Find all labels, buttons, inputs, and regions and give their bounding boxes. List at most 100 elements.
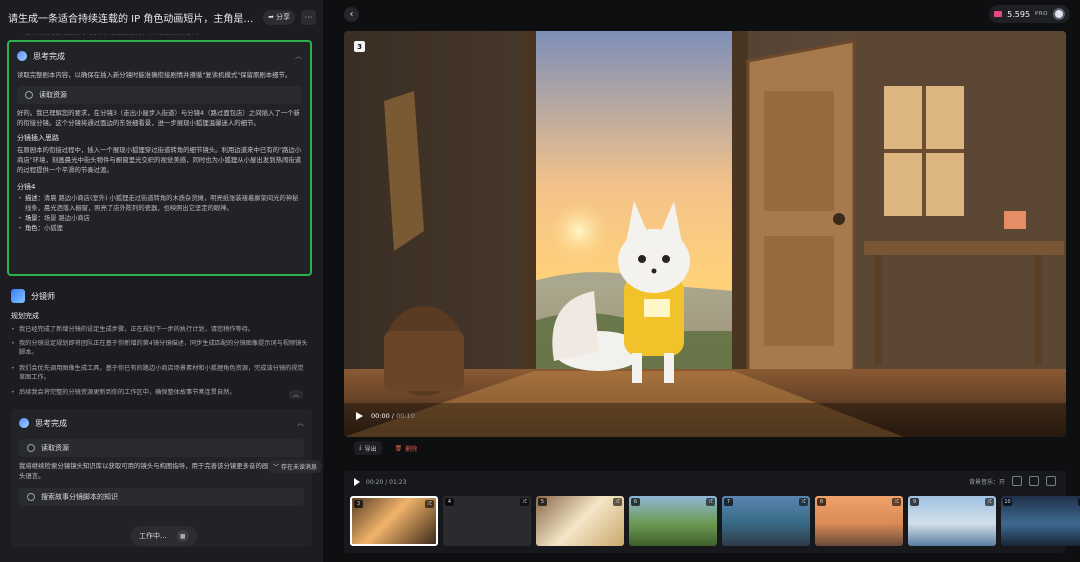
desc-label: 描述：: [25, 195, 44, 202]
working-indicator: 工作中... ■: [131, 526, 197, 546]
timeline-header: 00:20 / 01:23: [354, 478, 406, 486]
chat-header: 请生成一条适合持续连载的 IP 角色动画短片，主角是一只固定设… ➦分享 ···: [0, 0, 323, 34]
headphones-icon[interactable]: [1046, 476, 1056, 486]
editor-panel: ‹ 5.595 PRO 3 00:00 / 00:10 ⤓ 导出 🗑 删除 00…: [324, 0, 1080, 562]
check-circle-icon: [25, 91, 33, 99]
agent-avatar-icon: [11, 289, 25, 303]
credits-badge[interactable]: 5.595 PRO: [989, 5, 1070, 23]
thumbnail-number: 7: [724, 498, 733, 506]
thinking-card-2-header[interactable]: 思考完成 ︿: [19, 415, 304, 431]
timeline-panel: 00:20 / 01:23 背景音乐：开 3⤮4⤮5⤮6⤮7⤮8⤮9⤮10⤮: [344, 471, 1080, 553]
agent-bullet: 我们会优先调用图像生成工具，基于你已有的路边小商店场景素材和小狐狸角色资源，完成…: [11, 364, 309, 382]
collapse-chevron-icon[interactable]: ︿: [289, 390, 303, 399]
app-root: …继续将分镜头细化为可执行的拍摄任务，并完善剧情结构… 请生成一条适合持续连载的…: [0, 0, 1080, 562]
shuffle-icon[interactable]: ⤮: [425, 500, 434, 508]
thinking-status: 思考完成: [33, 51, 65, 61]
chevron-left-icon: ‹: [349, 9, 354, 20]
bgm-toggle[interactable]: 背景音乐：开: [969, 477, 1005, 486]
plan-status: 规划完成: [11, 312, 39, 320]
agent-name: 分镜师: [31, 291, 55, 301]
thumbnail-number: 8: [817, 498, 826, 506]
agent-bullet: 后续我会将完整的分镜资源更新到你的工作区中，确保整体故事节奏连贯自然。: [11, 388, 283, 397]
search-knowledge-item[interactable]: 搜索故事分镜脚本的知识: [19, 488, 304, 506]
shuffle-icon[interactable]: ⤮: [985, 498, 994, 506]
download-icon: ⤓: [359, 444, 362, 451]
player-controls: 00:00 / 00:10: [356, 412, 415, 420]
thinking-status-2: 思考完成: [35, 418, 67, 428]
agent-header: 分镜师: [11, 289, 55, 303]
working-label: 工作中...: [139, 532, 167, 540]
delete-button[interactable]: 🗑 删除: [390, 441, 423, 455]
total-time: 00:10: [396, 412, 415, 420]
scene-preview-image: [344, 31, 1066, 437]
more-options-button[interactable]: ···: [301, 9, 316, 25]
read-resource-label: 读取资源: [39, 91, 67, 99]
timeline-tools: 背景音乐：开: [969, 476, 1056, 486]
thumbnail-number: 4: [445, 498, 454, 506]
thumbnail-number: 3: [354, 500, 363, 508]
thumbnail-number: 5: [538, 498, 547, 506]
timeline-time: 00:20 / 01:23: [366, 478, 407, 486]
unread-messages-pill[interactable]: ﹀ 存在未读消息: [268, 460, 323, 473]
role-text: 小狐狸: [43, 225, 63, 232]
shuffle-icon[interactable]: ⤮: [613, 498, 622, 506]
chevron-up-icon[interactable]: ︿: [295, 51, 302, 61]
shuffle-icon[interactable]: ⤮: [520, 498, 529, 506]
search-knowledge-label: 搜索故事分镜脚本的知识: [41, 493, 118, 501]
pro-badge: PRO: [1035, 11, 1048, 17]
back-button[interactable]: ‹: [344, 7, 359, 22]
insert-title: 分镜插入思路: [17, 134, 59, 142]
insert-text: 在原剧本的衔接过程中，插入一个展现小狐狸穿过街道转角的细节镜头。利用边道来中已有…: [17, 146, 302, 174]
agent-bullet: 我的分镜设定规划即将团队正在基于你新增的第4镜分镜描述，同步生成匹配的分镜图像提…: [11, 339, 309, 357]
thinking-card: 思考完成 ︿ 读取完整剧本内容，以确保在插入新分镜时能准确衔接剧情并遵循"复读机…: [7, 40, 312, 276]
read-resource-item-2[interactable]: 读取资源: [19, 439, 304, 457]
export-label: 导出: [364, 445, 377, 453]
trash-icon[interactable]: [1029, 476, 1039, 486]
play-icon[interactable]: [356, 412, 363, 420]
clip-actions: ⤓ 导出 🗑 删除: [354, 441, 422, 455]
thinking-paragraph: 好的。我已理解您的要求，在分镜3（走出小屋步入街道）与分镜4（路过面包店）之间插…: [17, 109, 300, 127]
timeline-thumbnail[interactable]: 10⤮: [1001, 496, 1080, 546]
shuffle-icon[interactable]: ⤮: [892, 498, 901, 506]
thinking-card-header[interactable]: 思考完成 ︿: [17, 48, 302, 64]
shot-title: 分镜4: [17, 183, 36, 191]
timeline-thumbnail[interactable]: 8 ⤮: [815, 496, 903, 546]
read-resource-label-2: 读取资源: [41, 444, 69, 452]
timeline-thumbnail[interactable]: 3 ⤮: [350, 496, 438, 546]
conversation-title: 请生成一条适合持续连载的 IP 角色动画短片，主角是一只固定设…: [8, 13, 257, 25]
timeline-play-icon[interactable]: [354, 478, 360, 486]
share-label: 分享: [276, 13, 290, 21]
read-resource-item[interactable]: 读取资源: [17, 86, 302, 104]
timeline-thumbnail[interactable]: 4 ⤮: [443, 496, 531, 546]
current-time: 00:00: [371, 412, 390, 420]
export-button[interactable]: ⤓ 导出: [354, 441, 382, 455]
scene-label: 场景：: [25, 215, 44, 222]
desc-text: 清晨 路边小商店(室外) 小狐狸走过街道转角的木质杂货摊，明亮纸张装裱着廊架间光…: [25, 195, 299, 212]
timeline-thumbnail[interactable]: 9 ⤮: [908, 496, 996, 546]
timeline-thumbnail[interactable]: 7 ⤮: [722, 496, 810, 546]
shot-scene: 场景：场景 路边小商店: [17, 214, 302, 224]
chevron-up-icon[interactable]: ︿: [297, 418, 304, 428]
timeline-thumbnail[interactable]: 5 ⤮: [536, 496, 624, 546]
thinking-intro: 读取完整剧本内容，以确保在插入新分镜时能准确衔接剧情并遵循"复读机模式"保留原剧…: [17, 71, 292, 79]
delete-label: 删除: [405, 445, 418, 453]
agent-bullet: 我已经完成了新增分镜的设定生成步骤，正在规划下一步的执行计划，请您稍作等待。: [11, 325, 309, 334]
scene-text: 场景 路边小商店: [43, 215, 90, 222]
thumbnail-number: 10: [1003, 498, 1012, 506]
check-circle-icon: [27, 444, 35, 452]
chat-panel: …继续将分镜头细化为可执行的拍摄任务，并完善剧情结构… 请生成一条适合持续连载的…: [0, 0, 324, 562]
timeline-thumbnail[interactable]: 6 ⤮: [629, 496, 717, 546]
video-player[interactable]: 3 00:00 / 00:10: [344, 31, 1066, 437]
shuffle-icon[interactable]: ⤮: [706, 498, 715, 506]
ai-logo-icon: [19, 418, 29, 428]
chevron-down-icon: ﹀: [273, 464, 280, 471]
stop-icon[interactable]: ■: [176, 530, 189, 542]
thumbnail-strip: 3⤮4⤮5⤮6⤮7⤮8⤮9⤮10⤮: [344, 496, 1080, 546]
user-avatar[interactable]: [1053, 8, 1065, 20]
shuffle-icon[interactable]: ⤮: [799, 498, 808, 506]
shot-role: 角色：小狐狸: [17, 224, 302, 234]
share-button[interactable]: ➦ 分享: [263, 9, 295, 25]
player-time: 00:00 / 00:10: [371, 412, 415, 420]
loop-icon[interactable]: [1012, 476, 1022, 486]
credits-icon: [994, 11, 1003, 17]
